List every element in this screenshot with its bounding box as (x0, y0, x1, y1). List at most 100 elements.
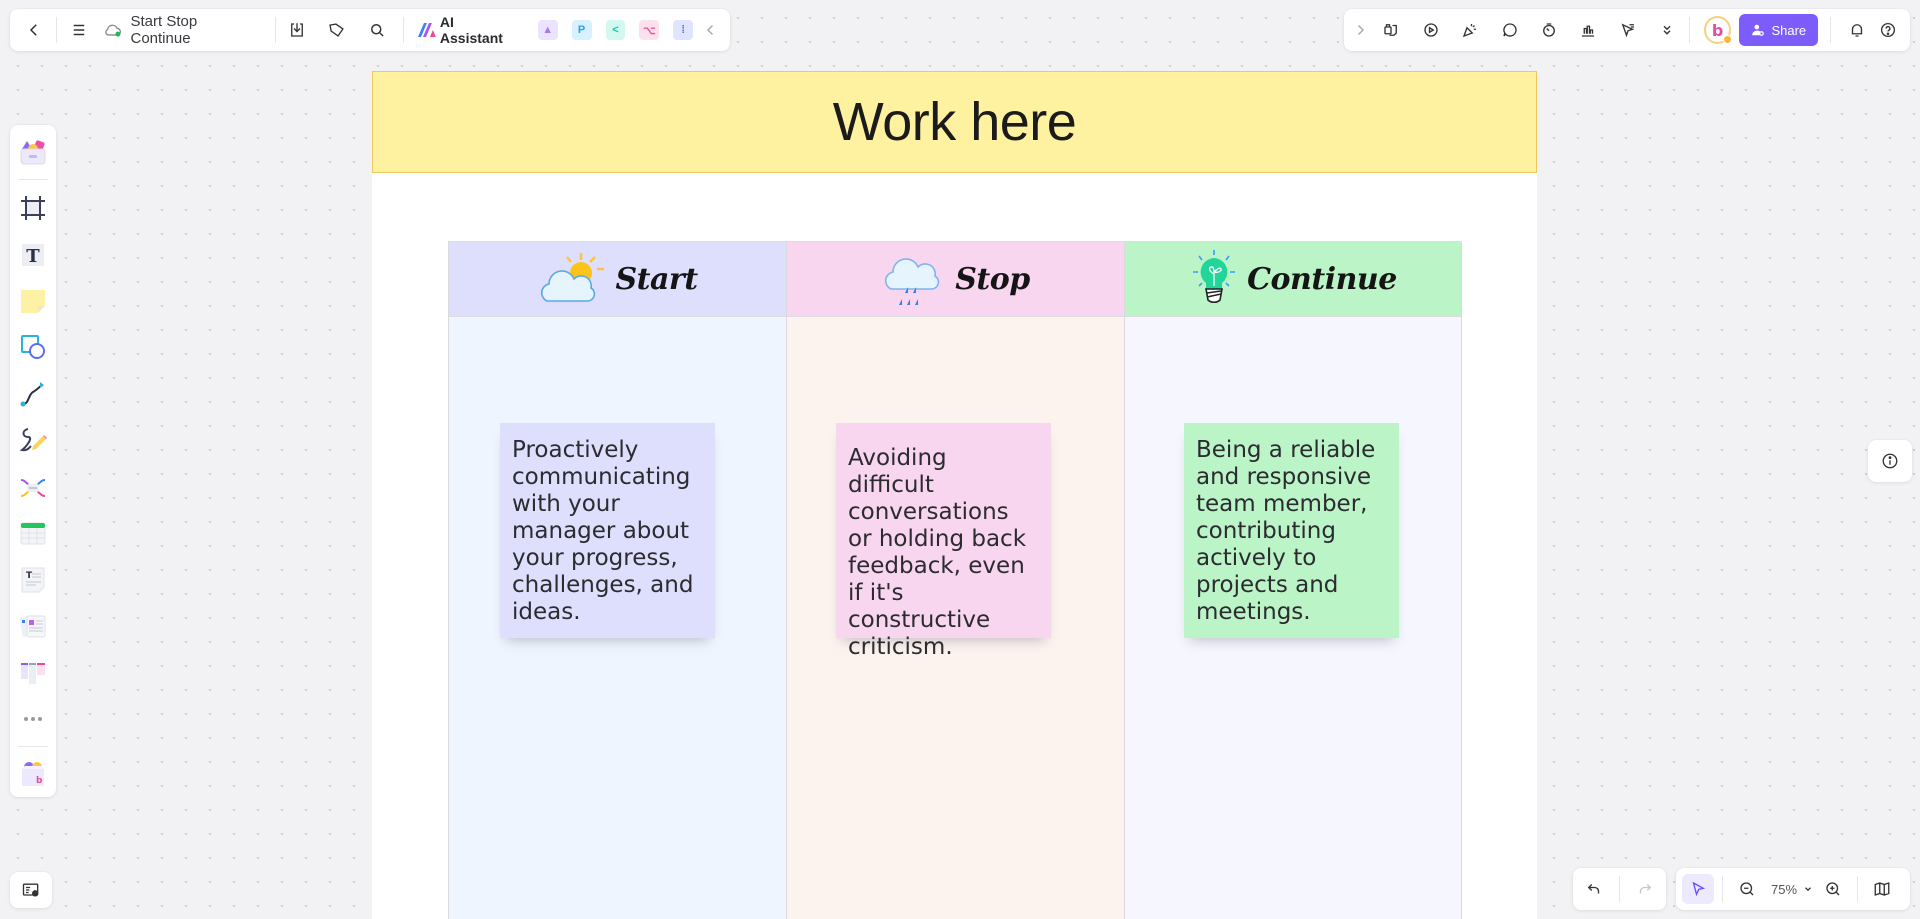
mindmap-tool[interactable] (15, 469, 51, 504)
sticky-note-text: Proactively communicating with your mana… (512, 437, 694, 625)
sticky-note-text: Being a reliable and responsive team mem… (1196, 437, 1376, 625)
svg-text:b: b (36, 776, 43, 786)
select-tool-button[interactable] (1682, 874, 1714, 904)
celebrate-button[interactable] (1454, 14, 1485, 46)
add-user-icon (1752, 24, 1765, 36)
image-generator-app-button[interactable]: ▲ (537, 20, 558, 40)
column-header[interactable]: Stop (787, 241, 1124, 317)
sticky-note-tool[interactable] (15, 283, 51, 318)
sticky-note[interactable]: Avoiding difficult conversations or hold… (836, 423, 1051, 660)
minimap-button[interactable] (1866, 874, 1898, 904)
user-avatar[interactable]: b (1703, 16, 1733, 44)
menu-button[interactable] (63, 14, 95, 46)
apps-box-tool[interactable]: b (15, 757, 51, 792)
more-tools-button[interactable] (1651, 14, 1682, 46)
share-button[interactable]: Share (1739, 14, 1819, 46)
outline-icon (22, 883, 39, 897)
chevron-left-icon (707, 24, 714, 36)
search-button[interactable] (361, 14, 393, 46)
chevron-down-icon (1805, 887, 1811, 892)
frame-icon (21, 196, 45, 221)
banner-title: Work here (832, 92, 1077, 152)
frame-tool[interactable] (15, 190, 51, 225)
info-button[interactable] (1868, 440, 1912, 482)
zoom-in-icon (1826, 882, 1840, 896)
divider (55, 17, 57, 43)
pen-tool[interactable] (15, 423, 51, 458)
column-stop: Stop Avoiding difficult conversations or… (786, 241, 1124, 919)
zoom-out-icon (1740, 882, 1754, 896)
search-icon (371, 24, 384, 37)
column-body: Being a reliable and responsive team mem… (1125, 317, 1461, 919)
document-tool[interactable]: T (15, 562, 51, 597)
timer-icon (1543, 23, 1555, 37)
rain-cloud-icon (885, 258, 940, 305)
ai-assistant-label: AI Assistant (439, 14, 503, 46)
play-circle-icon (1424, 23, 1438, 37)
bell-icon (1851, 24, 1863, 37)
table-tool[interactable] (15, 515, 51, 550)
collapse-apps-button[interactable] (700, 14, 722, 46)
vote-button[interactable] (1573, 14, 1604, 46)
help-button[interactable] (1873, 14, 1904, 46)
document-title-text: Start Stop Continue (130, 13, 198, 47)
more-tools-button[interactable] (15, 701, 51, 736)
column-header[interactable]: Start (449, 241, 786, 317)
info-icon (1882, 453, 1898, 469)
undo-button[interactable] (1578, 874, 1610, 904)
chat-app-button[interactable]: ⁞ (673, 20, 694, 40)
map-icon (1874, 882, 1890, 896)
zoom-out-button[interactable] (1731, 874, 1763, 904)
kanban-tool[interactable] (15, 655, 51, 690)
hamburger-icon (73, 24, 84, 36)
zoom-level-value: 75% (1771, 881, 1798, 897)
banner[interactable]: Work here (372, 71, 1537, 173)
divider (274, 17, 276, 43)
sticky-note[interactable]: Proactively communicating with your mana… (500, 423, 715, 638)
presentation-app-button[interactable]: P (571, 20, 592, 40)
chevron-right-icon (1357, 24, 1364, 36)
redo-button[interactable] (1629, 874, 1661, 904)
template-button[interactable] (1376, 14, 1407, 46)
notifications-button[interactable] (1841, 14, 1872, 46)
divider (1722, 876, 1723, 902)
mindmap-app-button[interactable]: < (605, 20, 626, 40)
document-title[interactable]: Start Stop Continue (95, 13, 269, 47)
timer-button[interactable] (1533, 14, 1564, 46)
sticky-note[interactable]: Being a reliable and responsive team mem… (1184, 423, 1399, 638)
text-tool[interactable]: T (15, 237, 51, 272)
flowchart-app-icon: ⌥ (643, 24, 656, 37)
column-header[interactable]: Continue (1125, 241, 1461, 317)
zoom-level-dropdown[interactable]: 75% (1763, 882, 1817, 897)
column-title: Start (615, 261, 698, 297)
zoom-in-button[interactable] (1817, 874, 1849, 904)
undo-icon (1587, 884, 1599, 894)
column-body: Proactively communicating with your mana… (449, 317, 786, 919)
follow-cursor-button[interactable] (1612, 14, 1643, 46)
expand-toolbar-button[interactable] (1350, 14, 1370, 46)
templates-tool[interactable] (15, 135, 51, 170)
lightbulb-icon (1193, 250, 1236, 304)
tag-icon (329, 23, 345, 37)
divider (1830, 17, 1832, 43)
bar-chart-icon (1582, 25, 1595, 37)
more-horizontal-icon (24, 716, 42, 721)
shape-tool[interactable] (15, 330, 51, 365)
cards-tool[interactable] (15, 608, 51, 643)
connector-icon (20, 381, 44, 407)
minimap-legend-button[interactable] (10, 872, 52, 908)
mindmap-app-icon: < (612, 24, 619, 36)
ai-logo-icon (418, 23, 436, 37)
download-button[interactable] (282, 14, 314, 46)
svg-text:T: T (26, 246, 40, 267)
double-chevron-down-icon (1663, 25, 1671, 35)
comment-button[interactable] (1494, 14, 1525, 46)
back-button[interactable] (18, 14, 50, 46)
tag-button[interactable] (321, 14, 353, 46)
present-button[interactable] (1415, 14, 1446, 46)
avatar-status-dot (1723, 35, 1733, 44)
chevron-left-icon (29, 24, 37, 36)
flowchart-app-button[interactable]: ⌥ (639, 20, 660, 40)
connector-tool[interactable] (15, 376, 51, 411)
ai-assistant-button[interactable]: AI Assistant (410, 14, 528, 46)
